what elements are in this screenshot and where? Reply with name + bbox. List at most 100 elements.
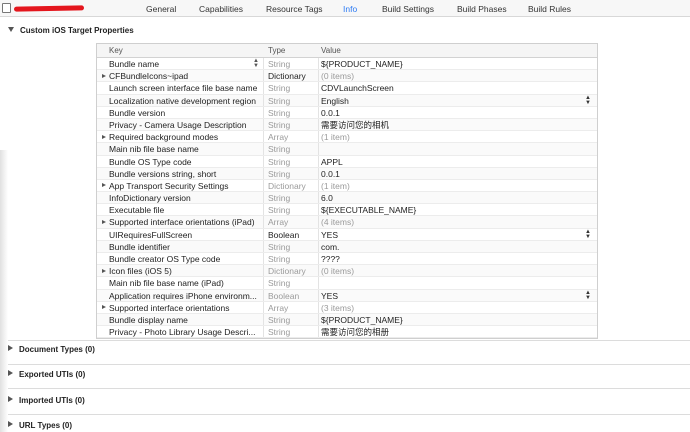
property-key[interactable]: Localization native development region [109, 95, 259, 107]
section-exported-utis[interactable]: Exported UTIs (0) [8, 368, 85, 382]
table-row[interactable]: Supported interface orientations (iPad) A… [97, 216, 597, 229]
property-key[interactable]: Application requires iPhone environm... [109, 290, 259, 302]
property-key[interactable]: InfoDictionary version [109, 192, 259, 204]
property-type[interactable]: String [268, 326, 318, 338]
table-row[interactable]: Privacy - Camera Usage Description String… [97, 118, 597, 132]
property-value[interactable]: ${PRODUCT_NAME} [321, 58, 581, 70]
property-type[interactable]: String [268, 192, 318, 204]
property-key[interactable]: Bundle name [109, 58, 259, 70]
property-type[interactable]: String [268, 168, 318, 180]
popup-chevron-icon[interactable]: ▲ ▼ [584, 95, 592, 106]
expand-triangle-icon[interactable] [102, 219, 106, 224]
property-value[interactable]: com. [321, 241, 581, 253]
property-type[interactable]: Array [268, 131, 318, 143]
property-value[interactable]: 6.0 [321, 192, 581, 204]
column-header-type[interactable]: Type [268, 46, 285, 55]
property-type[interactable]: String [268, 204, 318, 216]
property-type[interactable]: Array [268, 216, 318, 228]
table-row[interactable]: App Transport Security Settings Dictionar… [97, 179, 597, 193]
property-type[interactable]: Array [268, 302, 318, 314]
table-row[interactable]: Bundle creator OS Type code String???? [97, 253, 597, 266]
table-row[interactable]: Localization native development region St… [97, 94, 597, 107]
property-type[interactable]: Dictionary [268, 70, 318, 82]
tab-build-rules[interactable]: Build Rules [528, 3, 571, 15]
tab-resource-tags[interactable]: Resource Tags [266, 3, 323, 15]
property-key[interactable]: Privacy - Camera Usage Description [109, 119, 259, 131]
expand-triangle-icon[interactable] [102, 268, 106, 273]
property-value[interactable]: YES [321, 229, 581, 241]
table-row[interactable]: Supported interface orientations Array (3 … [97, 301, 597, 314]
section-document-types[interactable]: Document Types (0) [8, 343, 95, 357]
property-value[interactable]: ???? [321, 253, 581, 265]
stepper-arrows-icon[interactable]: ▲ ▼ [252, 58, 260, 69]
property-key[interactable]: Main nib file base name [109, 143, 259, 155]
property-value[interactable]: 0.0.1 [321, 107, 581, 119]
property-value[interactable]: CDVLaunchScreen [321, 82, 581, 94]
table-row[interactable]: Icon files (iOS 5) Dictionary (0 items) [97, 265, 597, 278]
property-type[interactable]: String [268, 119, 318, 131]
expand-triangle-icon[interactable] [102, 305, 106, 310]
table-row[interactable]: Bundle display name String ${PRODUCT_NAME} [97, 313, 597, 327]
section-url-types[interactable]: URL Types (0) [8, 419, 72, 432]
tab-build-settings[interactable]: Build Settings [382, 3, 434, 15]
table-row[interactable]: CFBundleIcons~ipad Dictionary (0 items) [97, 70, 597, 83]
target-icon[interactable] [2, 3, 11, 13]
property-value[interactable]: ${PRODUCT_NAME} [321, 314, 581, 326]
property-value[interactable]: (0 items) [321, 70, 581, 82]
table-row[interactable]: Executable file String ${EXECUTABLE_NAME} [97, 204, 597, 217]
property-type[interactable]: String [268, 253, 318, 265]
tab-capabilities[interactable]: Capabilities [199, 3, 243, 15]
property-type[interactable]: Boolean [268, 229, 318, 241]
section-imported-utis[interactable]: Imported UTIs (0) [8, 394, 85, 408]
disclosure-closed-icon[interactable] [8, 345, 13, 351]
property-key[interactable]: Bundle identifier [109, 241, 259, 253]
table-row[interactable]: Main nib file base name (iPad) String [97, 277, 597, 290]
table-row[interactable]: Privacy - Photo Library Usage Descri... S… [97, 326, 597, 339]
property-type[interactable]: Dictionary [268, 265, 318, 277]
property-key[interactable]: Executable file [109, 204, 259, 216]
property-key[interactable]: App Transport Security Settings [109, 180, 259, 192]
property-value[interactable]: YES [321, 290, 581, 302]
table-row[interactable]: InfoDictionary version String 6.0 [97, 192, 597, 205]
property-value[interactable]: (0 items) [321, 265, 581, 277]
expand-triangle-icon[interactable] [102, 134, 106, 139]
tab-info[interactable]: Info [343, 3, 357, 15]
disclosure-closed-icon[interactable] [8, 370, 13, 376]
popup-chevron-icon[interactable]: ▲ ▼ [584, 229, 592, 240]
table-row[interactable]: UIRequiresFullScreen Boolean YES ▲ ▼ [97, 228, 597, 241]
table-row[interactable]: Bundle identifier String com. [97, 240, 597, 253]
property-value[interactable]: 0.0.1 [321, 168, 581, 180]
property-type[interactable]: String [268, 314, 318, 326]
property-key[interactable]: Bundle version [109, 107, 259, 119]
property-type[interactable]: String [268, 143, 318, 155]
disclosure-closed-icon[interactable] [8, 396, 13, 402]
property-key[interactable]: Bundle creator OS Type code [109, 253, 259, 265]
property-type[interactable]: Dictionary [268, 180, 318, 192]
expand-triangle-icon[interactable] [102, 183, 106, 188]
property-type[interactable]: String [268, 241, 318, 253]
property-key[interactable]: Bundle versions string, short [109, 168, 259, 180]
property-key[interactable]: Bundle display name [109, 314, 259, 326]
property-type[interactable]: String [268, 95, 318, 107]
property-key[interactable]: CFBundleIcons~ipad [109, 70, 259, 82]
property-key[interactable]: Supported interface orientations (iPad) [109, 216, 259, 228]
property-type[interactable]: String [268, 107, 318, 119]
property-type[interactable]: String [268, 82, 318, 94]
property-type[interactable]: String [268, 58, 318, 70]
property-key[interactable]: Supported interface orientations [109, 302, 259, 314]
expand-triangle-icon[interactable] [102, 73, 106, 78]
tab-build-phases[interactable]: Build Phases [457, 3, 507, 15]
property-value[interactable]: (3 items) [321, 302, 581, 314]
table-row[interactable]: Bundle name ▲ ▼ String ${PRODUCT_NAME} [97, 58, 597, 71]
property-key[interactable]: Required background modes [109, 131, 259, 143]
property-value[interactable]: 需要访问您的相册 [321, 326, 581, 338]
property-value[interactable]: (1 item) [321, 180, 581, 192]
property-type[interactable]: String [268, 277, 318, 289]
popup-chevron-icon[interactable]: ▲ ▼ [584, 290, 592, 301]
tab-general[interactable]: General [146, 3, 176, 15]
property-key[interactable]: Bundle OS Type code [109, 156, 259, 168]
table-row[interactable]: Application requires iPhone environm... B… [97, 289, 597, 302]
column-header-key[interactable]: Key [109, 46, 123, 55]
property-type[interactable]: Boolean [268, 290, 318, 302]
property-key[interactable]: Icon files (iOS 5) [109, 265, 259, 277]
